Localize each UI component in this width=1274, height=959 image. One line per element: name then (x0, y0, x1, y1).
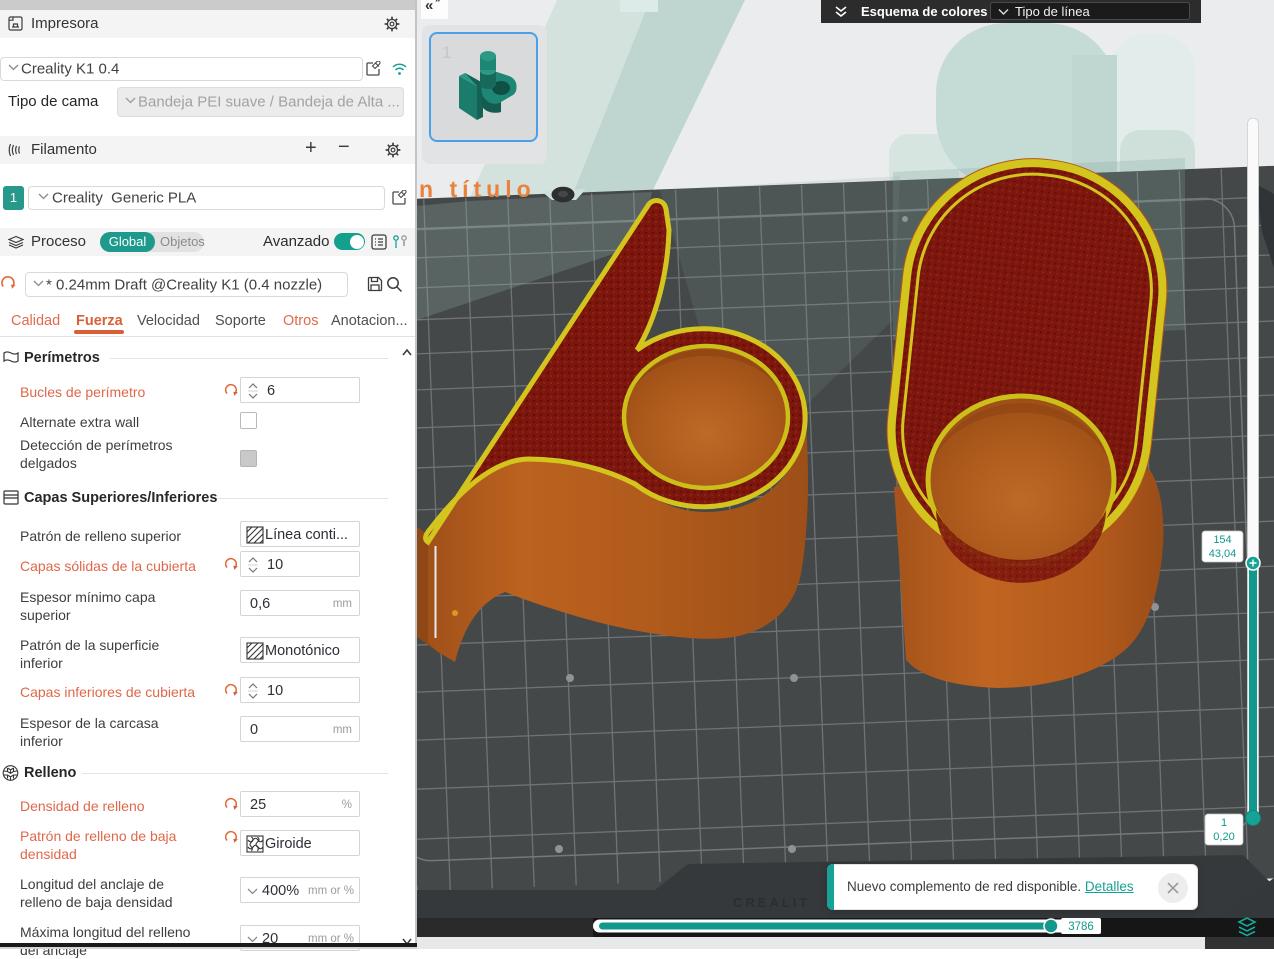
svg-text:154: 154 (1213, 534, 1231, 546)
svg-text:43,04: 43,04 (1209, 548, 1237, 560)
svg-text:3786: 3786 (1068, 921, 1094, 933)
svg-text:CREALIT: CREALIT (733, 895, 810, 910)
svg-text:0,20: 0,20 (1213, 831, 1234, 843)
svg-text:1: 1 (1221, 817, 1227, 829)
